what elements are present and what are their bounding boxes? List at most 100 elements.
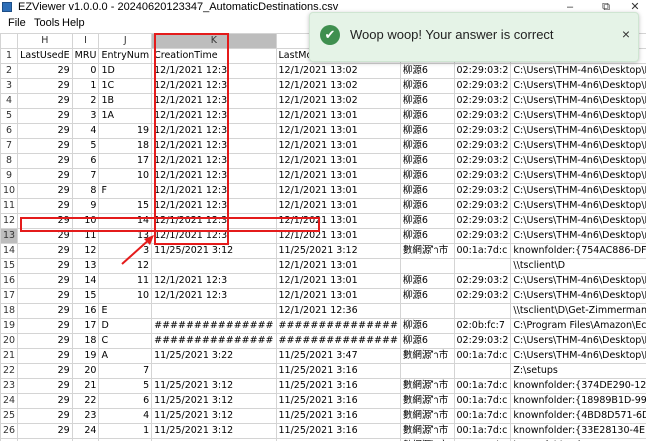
table-cell[interactable]: C:\Users\THM-4n6\Desktop\EZtools\MFTExpl… bbox=[510, 153, 646, 169]
table-cell[interactable]: 00:1a:7d:c bbox=[453, 378, 512, 394]
table-cell[interactable]: 11/25/2021 3:12 bbox=[151, 423, 277, 439]
table-cell[interactable] bbox=[151, 363, 277, 379]
table-cell[interactable]: C:\Users\THM-4n6\Desktop\KAPE bbox=[510, 333, 646, 349]
row-number[interactable]: 19 bbox=[0, 318, 19, 334]
table-cell[interactable]: C:\Users\THM-4n6\Desktop\KAPE bbox=[510, 348, 646, 364]
table-cell[interactable]: 7 bbox=[98, 363, 153, 379]
table-cell[interactable]: 12/1/2021 13:01 bbox=[275, 288, 401, 304]
row-number[interactable]: 21 bbox=[0, 348, 19, 364]
table-cell[interactable]: 12/1/2021 12:36 bbox=[275, 303, 401, 319]
table-cell[interactable]: 02:29:03:2 bbox=[453, 93, 512, 109]
table-cell[interactable]: 數網源་ำ市 bbox=[399, 423, 455, 439]
row-number[interactable]: 5 bbox=[0, 108, 19, 124]
table-cell[interactable]: 6 bbox=[98, 393, 153, 409]
table-cell[interactable]: 17 bbox=[98, 153, 153, 169]
table-cell[interactable]: 11/25/2021 3:16 bbox=[275, 423, 401, 439]
table-cell[interactable]: 13 bbox=[71, 258, 100, 274]
table-cell[interactable]: C:\Users\THM-4n6\Desktop\EZtools\Registr… bbox=[510, 78, 646, 94]
spreadsheet-grid[interactable]: HIJKLMNO 1LastUsedEMRUEntryNumCreationTi… bbox=[0, 33, 646, 441]
table-cell[interactable]: 12/1/2021 13:01 bbox=[275, 168, 401, 184]
table-cell[interactable]: 11/25/2021 3:47 bbox=[275, 348, 401, 364]
table-cell[interactable]: 柳源6 bbox=[399, 228, 455, 244]
table-cell[interactable]: 10 bbox=[98, 168, 153, 184]
table-cell[interactable]: 1 bbox=[98, 423, 153, 439]
table-cell[interactable]: 數網源་ำ市 bbox=[399, 348, 455, 364]
table-cell[interactable]: C:\Users\THM-4n6\Desktop\EZtools\XWFIM bbox=[510, 288, 646, 304]
table-cell[interactable]: 柳源6 bbox=[399, 198, 455, 214]
table-cell[interactable]: 11/25/2021 3:12 bbox=[275, 243, 401, 259]
table-cell[interactable]: 29 bbox=[17, 423, 73, 439]
table-row[interactable]: 6 29 4 19 12/1/2021 12:3 12/1/2021 13:01 柳源6 02… bbox=[0, 123, 646, 139]
table-cell[interactable]: 12/1/2021 13:02 bbox=[275, 63, 401, 79]
table-row[interactable]: 20 29 18 C ############### ############### 柳源6… bbox=[0, 333, 646, 349]
table-cell[interactable]: 3 bbox=[98, 243, 153, 259]
row-number[interactable]: 18 bbox=[0, 303, 19, 319]
table-cell[interactable] bbox=[399, 303, 455, 319]
table-cell[interactable]: C:\Users\THM-4n6\Desktop\EZtools\EvtxExp… bbox=[510, 138, 646, 154]
column-header-j[interactable]: J bbox=[98, 33, 153, 49]
table-row[interactable]: 15 29 13 12 12/1/2021 13:01 \\tsclient\D bbox=[0, 258, 646, 274]
table-cell[interactable]: ############### bbox=[275, 333, 401, 349]
table-cell[interactable]: 12 bbox=[71, 243, 100, 259]
table-row[interactable]: 9 29 7 10 12/1/2021 12:3 12/1/2021 13:01 柳源6 02… bbox=[0, 168, 646, 184]
table-cell[interactable]: 柳源6 bbox=[399, 153, 455, 169]
field-header-cell[interactable]: CreationTime bbox=[151, 48, 277, 64]
table-cell[interactable]: D bbox=[98, 318, 153, 334]
menu-tools[interactable]: Tools bbox=[34, 15, 60, 31]
table-cell[interactable]: 29 bbox=[17, 243, 73, 259]
table-cell[interactable]: Z:\setups bbox=[510, 363, 646, 379]
table-cell[interactable]: 12/1/2021 12:3 bbox=[151, 93, 277, 109]
table-cell[interactable]: 00:1a:7d:c bbox=[453, 393, 512, 409]
table-cell[interactable]: ############### bbox=[151, 333, 277, 349]
table-cell[interactable]: 12/1/2021 12:3 bbox=[151, 273, 277, 289]
table-cell[interactable]: 3 bbox=[71, 108, 100, 124]
table-cell[interactable]: 00:1a:7d:c bbox=[453, 348, 512, 364]
table-cell[interactable]: 12/1/2021 12:3 bbox=[151, 108, 277, 124]
table-cell[interactable]: 19 bbox=[71, 348, 100, 364]
table-cell[interactable]: C:\Users\THM-4n6\Desktop\EZtools\EZViewe… bbox=[510, 273, 646, 289]
table-cell[interactable]: 00:1a:7d:c bbox=[453, 423, 512, 439]
table-cell[interactable] bbox=[453, 258, 512, 274]
table-cell[interactable]: 1C bbox=[98, 78, 153, 94]
table-cell[interactable]: 6 bbox=[71, 153, 100, 169]
table-cell[interactable]: 10 bbox=[71, 213, 100, 229]
table-cell[interactable]: 柳源6 bbox=[399, 93, 455, 109]
row-number[interactable]: 16 bbox=[0, 273, 19, 289]
table-row[interactable]: 4 29 2 1B 12/1/2021 12:3 12/1/2021 13:02 柳源6 02… bbox=[0, 93, 646, 109]
table-cell[interactable]: 柳源6 bbox=[399, 333, 455, 349]
table-cell[interactable]: 8 bbox=[71, 183, 100, 199]
table-cell[interactable]: 02:29:03:2 bbox=[453, 108, 512, 124]
row-number[interactable]: 8 bbox=[0, 153, 19, 169]
table-cell[interactable]: 16 bbox=[71, 303, 100, 319]
table-cell[interactable]: 12/1/2021 13:01 bbox=[275, 153, 401, 169]
row-number[interactable]: 3 bbox=[0, 78, 19, 94]
table-cell[interactable]: 29 bbox=[17, 318, 73, 334]
table-cell[interactable]: 02:29:03:2 bbox=[453, 138, 512, 154]
column-header-h[interactable]: H bbox=[17, 33, 73, 49]
field-header-cell[interactable]: EntryNum bbox=[98, 48, 153, 64]
row-number[interactable]: 11 bbox=[0, 198, 19, 214]
table-cell[interactable]: 0 bbox=[71, 63, 100, 79]
table-cell[interactable]: 29 bbox=[17, 63, 73, 79]
table-cell[interactable] bbox=[453, 303, 512, 319]
menu-help[interactable]: Help bbox=[62, 15, 85, 31]
table-row[interactable]: 3 29 1 1C 12/1/2021 12:3 12/1/2021 13:02 柳源6 02… bbox=[0, 78, 646, 94]
table-cell[interactable]: 15 bbox=[71, 288, 100, 304]
table-cell[interactable]: 柳源6 bbox=[399, 78, 455, 94]
table-cell[interactable]: C:\Users\THM-4n6\Desktop\EZtools\SQLECmd bbox=[510, 168, 646, 184]
table-cell[interactable]: F bbox=[98, 183, 153, 199]
table-cell[interactable]: 12/1/2021 13:01 bbox=[275, 183, 401, 199]
table-cell[interactable]: 12/1/2021 13:02 bbox=[275, 78, 401, 94]
table-cell[interactable] bbox=[151, 258, 277, 274]
table-cell[interactable]: 12/1/2021 12:3 bbox=[151, 123, 277, 139]
table-cell[interactable]: 12/1/2021 13:01 bbox=[275, 273, 401, 289]
table-cell[interactable]: 11/25/2021 3:12 bbox=[151, 243, 277, 259]
table-cell[interactable]: 29 bbox=[17, 273, 73, 289]
table-cell[interactable]: 29 bbox=[17, 393, 73, 409]
table-cell[interactable]: 02:29:03:2 bbox=[453, 228, 512, 244]
table-cell[interactable]: 1B bbox=[98, 93, 153, 109]
table-cell[interactable]: C:\Users\THM-4n6\Desktop\EZtools\Hasher bbox=[510, 213, 646, 229]
table-cell[interactable]: 20 bbox=[71, 363, 100, 379]
table-cell[interactable]: 29 bbox=[17, 378, 73, 394]
table-cell[interactable]: C:\Users\THM-4n6\Desktop\EZtools\JumpLis… bbox=[510, 198, 646, 214]
